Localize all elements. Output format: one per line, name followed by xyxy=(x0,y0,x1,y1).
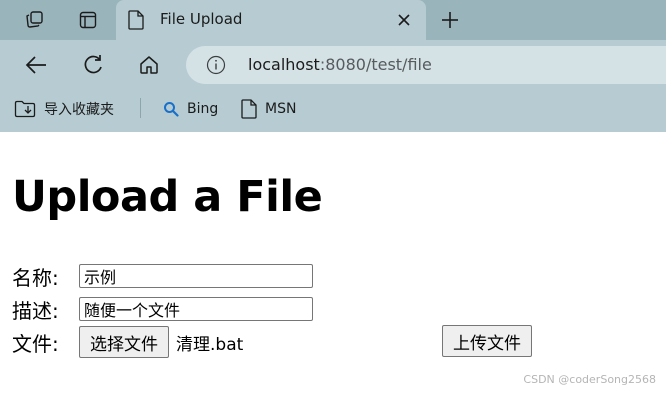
browser-chrome: File Upload localhost:8080/test/file 导入收… xyxy=(0,0,666,132)
favorite-bing[interactable]: Bing xyxy=(163,98,218,120)
name-label: 名称: xyxy=(12,265,59,290)
favorites-separator xyxy=(140,98,141,118)
tab-strip: File Upload xyxy=(0,0,666,40)
name-input[interactable] xyxy=(79,264,313,288)
favorite-msn[interactable]: MSN xyxy=(241,98,296,120)
import-folder-icon xyxy=(14,99,36,119)
name-row: 名称: xyxy=(12,261,313,291)
home-icon[interactable] xyxy=(134,50,164,80)
url-host: localhost xyxy=(248,55,320,74)
page-icon xyxy=(241,99,257,119)
chosen-file-name: 清理.bat xyxy=(176,334,244,355)
tab-title: File Upload xyxy=(160,10,243,28)
url-path: :8080/test/file xyxy=(319,55,432,74)
workspaces-icon[interactable] xyxy=(19,6,49,34)
navigation-toolbar: localhost:8080/test/file xyxy=(0,40,666,90)
description-label: 描述: xyxy=(12,298,59,323)
page-title: Upload a File xyxy=(12,172,323,222)
favorites-bar: 导入收藏夹 Bing MSN xyxy=(0,90,666,132)
tab-file-upload[interactable]: File Upload xyxy=(116,0,426,40)
plus-icon[interactable] xyxy=(436,6,464,34)
tab-actions-icon[interactable] xyxy=(73,6,103,34)
address-bar[interactable]: localhost:8080/test/file xyxy=(186,46,666,84)
file-row: 文件: 选择文件 清理.bat xyxy=(12,326,244,358)
favorite-import-label: 导入收藏夹 xyxy=(44,102,114,118)
file-label: 文件: xyxy=(12,331,59,356)
url-text: localhost:8080/test/file xyxy=(248,55,432,74)
favorite-msn-label: MSN xyxy=(265,101,297,117)
favorite-bing-label: Bing xyxy=(187,101,219,117)
watermark: CSDN @coderSong2568 xyxy=(523,373,656,386)
close-icon[interactable] xyxy=(394,10,414,30)
upload-button[interactable]: 上传文件 xyxy=(442,325,532,357)
description-row: 描述: xyxy=(12,294,313,324)
back-arrow-icon[interactable] xyxy=(21,50,51,80)
page-content: Upload a File 名称: 描述: 文件: 选择文件 清理.bat 上传… xyxy=(0,132,666,394)
search-icon xyxy=(163,101,179,117)
page-icon xyxy=(128,10,144,34)
choose-file-button[interactable]: 选择文件 xyxy=(79,326,169,358)
favorite-import[interactable]: 导入收藏夹 xyxy=(14,98,114,120)
description-input[interactable] xyxy=(79,297,313,321)
info-icon[interactable] xyxy=(206,55,226,75)
reload-icon[interactable] xyxy=(78,50,108,80)
